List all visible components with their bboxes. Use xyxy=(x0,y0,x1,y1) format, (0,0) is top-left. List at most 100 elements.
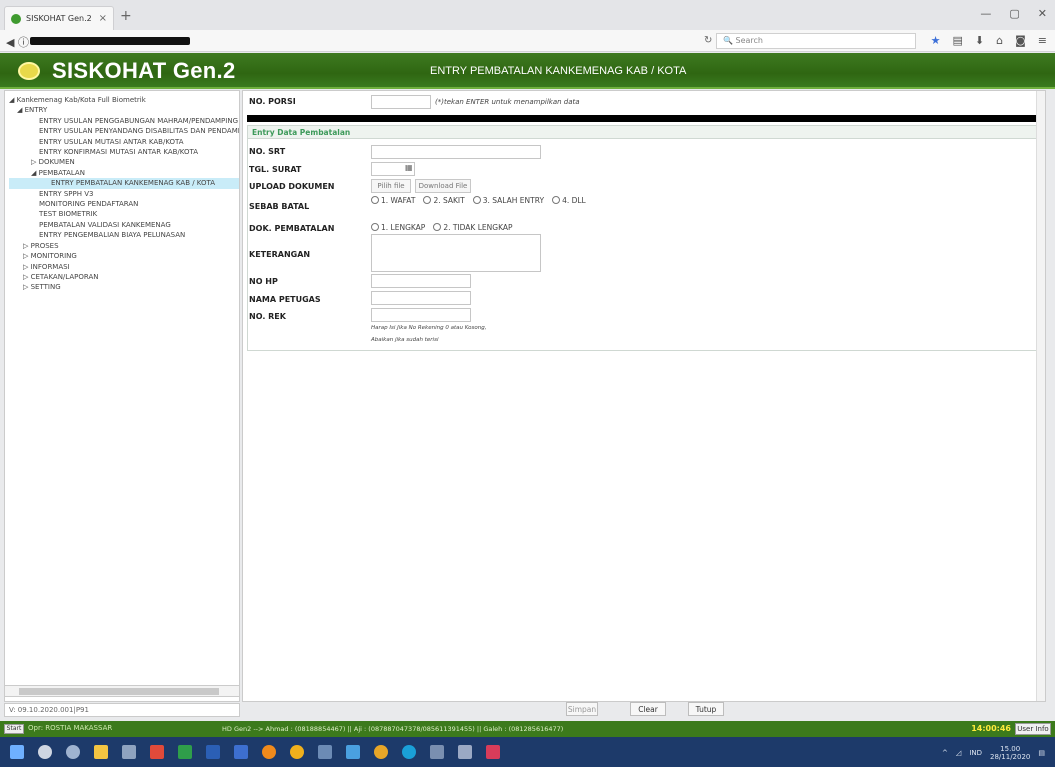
sebab-option-sakit[interactable]: 2. SAKIT xyxy=(423,196,465,205)
pilih-file-button[interactable]: Pilih file xyxy=(371,179,411,193)
tray-language[interactable]: IND xyxy=(969,749,982,757)
radio-icon[interactable] xyxy=(472,196,481,204)
sidebar-item-disabilitas[interactable]: ENTRY USULAN PENYANDANG DISABILITAS DAN … xyxy=(9,126,239,136)
calendar-icon[interactable]: ▦ xyxy=(405,163,413,172)
sebab-batal-radio-group: 1. WAFAT 2. SAKIT 3. SALAH ENTRY 4. DLL xyxy=(371,196,590,205)
minimize-icon[interactable]: — xyxy=(980,7,991,20)
window-controls: — ▢ ✕ xyxy=(980,7,1047,20)
sidebar-item-test-biometrik[interactable]: TEST BIOMETRIK xyxy=(9,209,239,219)
search-input[interactable]: 🔍 Search xyxy=(716,33,916,49)
sidebar-item-konfirmasi-mutasi[interactable]: ENTRY KONFIRMASI MUTASI ANTAR KAB/KOTA xyxy=(9,147,239,157)
radio-icon[interactable] xyxy=(371,196,379,204)
notification-icon[interactable]: ▤ xyxy=(1038,749,1045,757)
no-rek-input[interactable] xyxy=(371,308,471,322)
url-bar[interactable] xyxy=(30,37,190,45)
separator-bar xyxy=(247,115,1043,122)
start-button[interactable]: Start xyxy=(4,724,24,734)
photos-icon[interactable] xyxy=(318,745,332,759)
operator-label: Opr: ROSTIA MAKASSAR xyxy=(28,724,113,732)
sidebar-item-monitoring-pendaftaran[interactable]: MONITORING PENDAFTARAN xyxy=(9,199,239,209)
sidebar-item-root[interactable]: ◢ Kankemenag Kab/Kota Full Biometrik xyxy=(9,95,239,105)
radio-icon[interactable] xyxy=(433,223,442,231)
sidebar-item-cetakan[interactable]: ▷ CETAKAN/LAPORAN xyxy=(9,272,239,282)
menu-icon[interactable]: ≡ xyxy=(1038,34,1047,47)
sidebar-item-entry-pembatalan[interactable]: ENTRY PEMBATALAN KANKEMENAG KAB / KOTA xyxy=(9,178,239,189)
page-title: ENTRY PEMBATALAN KANKEMENAG KAB / KOTA xyxy=(430,65,687,77)
sebab-batal-label: SEBAB BATAL xyxy=(249,202,310,211)
taskbar-app-icon-6[interactable] xyxy=(458,745,472,759)
pocket-icon[interactable]: ◙ xyxy=(1015,34,1026,47)
sidebar-item-pembatalan-validasi[interactable]: PEMBATALAN VALIDASI KANKEMENAG xyxy=(9,220,239,230)
sidebar-item-mutasi[interactable]: ENTRY USULAN MUTASI ANTAR KAB/KOTA xyxy=(9,137,239,147)
search-icon[interactable] xyxy=(38,745,52,759)
browser-tab-bar: SISKOHAT Gen.2 × + — ▢ ✕ xyxy=(0,0,1055,30)
acrobat-icon[interactable] xyxy=(150,745,164,759)
cortana-icon[interactable] xyxy=(66,745,80,759)
dok-option-tidak-lengkap[interactable]: 2. TIDAK LENGKAP xyxy=(433,223,513,232)
sidebar-item-spph[interactable]: ENTRY SPPH V3 xyxy=(9,189,239,199)
bookmark-star-icon[interactable]: ★ xyxy=(931,34,941,47)
no-srt-input[interactable] xyxy=(371,145,541,159)
library-icon[interactable]: ▤ xyxy=(952,34,962,47)
radio-icon[interactable] xyxy=(552,196,561,204)
keterangan-textarea[interactable] xyxy=(371,234,541,272)
chrome-icon[interactable] xyxy=(290,745,304,759)
nama-petugas-input[interactable] xyxy=(371,291,471,305)
tray-clock[interactable]: 15.00 28/11/2020 xyxy=(990,745,1030,761)
sidebar-horizontal-scrollbar[interactable] xyxy=(4,685,240,697)
app-header: SISKOHAT Gen.2 ENTRY PEMBATALAN KANKEMEN… xyxy=(0,53,1055,89)
sidebar-item-monitoring[interactable]: ▷ MONITORING xyxy=(9,251,239,261)
tray-chevron-icon[interactable]: ^ xyxy=(942,749,948,757)
dok-option-lengkap[interactable]: 1. LENGKAP xyxy=(371,223,425,232)
radio-icon[interactable] xyxy=(423,196,432,204)
toolbar-icons: ★ ▤ ⬇ ⌂ ◙ ≡ xyxy=(931,34,1047,47)
taskbar-app-icon-7[interactable] xyxy=(486,745,500,759)
network-icon[interactable]: ◿ xyxy=(956,749,961,757)
scrollbar-thumb[interactable] xyxy=(19,688,219,695)
sidebar-item-entry[interactable]: ◢ ENTRY xyxy=(9,105,239,115)
sidebar-item-informasi[interactable]: ▷ INFORMASI xyxy=(9,262,239,272)
reload-icon[interactable]: ↻ xyxy=(704,35,712,46)
main-vertical-scrollbar[interactable] xyxy=(1036,91,1045,701)
sidebar-item-pengembalian-biaya[interactable]: ENTRY PENGEMBALIAN BIAYA PELUNASAN xyxy=(9,230,239,240)
firefox-icon[interactable] xyxy=(262,745,276,759)
clear-button[interactable]: Clear xyxy=(630,702,666,716)
sidebar-item-setting[interactable]: ▷ SETTING xyxy=(9,282,239,292)
tutup-button[interactable]: Tutup xyxy=(688,702,724,716)
keterangan-label: KETERANGAN xyxy=(249,250,311,259)
sebab-option-salah-entry[interactable]: 3. SALAH ENTRY xyxy=(472,196,544,205)
close-tab-icon[interactable]: × xyxy=(99,13,107,24)
file-explorer-icon[interactable] xyxy=(94,745,108,759)
taskbar-app-icon-2[interactable] xyxy=(234,745,248,759)
download-file-button[interactable]: Download File xyxy=(415,179,471,193)
excel-icon[interactable] xyxy=(178,745,192,759)
word-icon[interactable] xyxy=(206,745,220,759)
taskbar-app-icon-5[interactable] xyxy=(430,745,444,759)
download-icon[interactable]: ⬇ xyxy=(975,34,984,47)
close-window-icon[interactable]: ✕ xyxy=(1038,7,1047,20)
windows-start-icon[interactable] xyxy=(10,745,24,759)
radio-icon[interactable] xyxy=(371,223,379,231)
taskbar-app-icon-4[interactable] xyxy=(374,745,388,759)
no-hp-input[interactable] xyxy=(371,274,471,288)
sidebar-item-pembatalan[interactable]: ◢ PEMBATALAN xyxy=(9,168,239,178)
no-porsi-label: NO. PORSI xyxy=(249,97,296,106)
tgl-surat-label: TGL. SURAT xyxy=(249,165,302,174)
sidebar-item-penggabungan[interactable]: ENTRY USULAN PENGGABUNGAN MAHRAM/PENDAMP… xyxy=(9,116,239,126)
taskbar-app-icon[interactable] xyxy=(122,745,136,759)
simpan-button[interactable]: Simpan xyxy=(566,702,598,716)
user-info-button[interactable]: User Info xyxy=(1015,723,1051,735)
new-tab-button[interactable]: + xyxy=(120,8,132,24)
back-arrow-icon[interactable]: ◀ ⓘ xyxy=(6,34,29,50)
maximize-icon[interactable]: ▢ xyxy=(1009,7,1019,20)
sidebar-item-proses[interactable]: ▷ PROSES xyxy=(9,241,239,251)
sidebar-item-dokumen[interactable]: ▷ DOKUMEN xyxy=(9,157,239,167)
edge-icon[interactable] xyxy=(402,745,416,759)
no-porsi-input[interactable] xyxy=(371,95,431,109)
browser-tab[interactable]: SISKOHAT Gen.2 × xyxy=(4,6,114,30)
sebab-option-wafat[interactable]: 1. WAFAT xyxy=(371,196,415,205)
home-icon[interactable]: ⌂ xyxy=(996,34,1003,47)
sebab-option-dll[interactable]: 4. DLL xyxy=(552,196,586,205)
taskbar-app-icon-3[interactable] xyxy=(346,745,360,759)
nama-petugas-label: NAMA PETUGAS xyxy=(249,295,321,304)
